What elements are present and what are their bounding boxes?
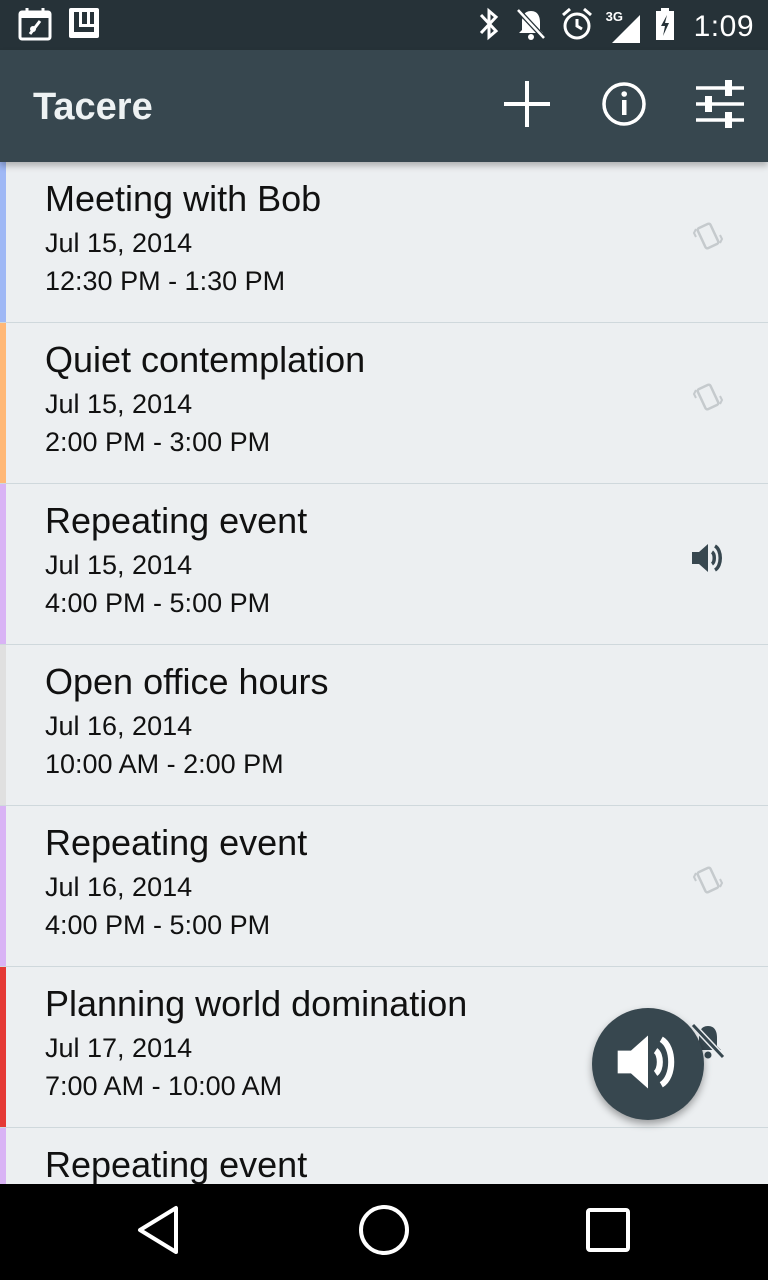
event-title: Quiet contemplation	[45, 339, 366, 380]
event-row[interactable]: Quiet contemplation Jul 15, 2014 2:00 PM…	[0, 323, 768, 484]
event-title: Meeting with Bob	[45, 178, 322, 219]
event-time: 10:00 AM - 2:00 PM	[45, 749, 284, 779]
volume-icon[interactable]	[684, 534, 732, 582]
alarm-icon	[560, 6, 594, 47]
vibrate-icon[interactable]	[684, 856, 732, 904]
settings-sliders-icon	[694, 78, 746, 135]
event-color-bar	[0, 323, 6, 483]
event-color-bar	[0, 162, 6, 322]
event-title: Repeating event	[45, 1144, 308, 1184]
event-date: Jul 16, 2014	[45, 872, 193, 902]
home-icon	[357, 1203, 411, 1262]
info-icon	[601, 81, 647, 132]
home-button[interactable]	[354, 1204, 414, 1260]
battery-charging-icon	[654, 6, 676, 47]
add-button[interactable]	[499, 78, 555, 134]
event-title: Open office hours	[45, 661, 329, 702]
event-color-bar	[0, 484, 6, 644]
event-time: 4:00 PM - 5:00 PM	[45, 588, 271, 618]
event-color-bar	[0, 645, 6, 805]
app-l-icon	[68, 7, 100, 46]
event-row[interactable]: Meeting with Bob Jul 15, 2014 12:30 PM -…	[0, 162, 768, 323]
recents-icon	[584, 1206, 632, 1259]
event-row[interactable]: Repeating event	[0, 1128, 768, 1184]
event-time: 2:00 PM - 3:00 PM	[45, 427, 271, 457]
event-color-bar	[0, 806, 6, 966]
event-time: 7:00 AM - 10:00 AM	[45, 1071, 283, 1101]
vibrate-icon[interactable]	[684, 373, 732, 421]
event-time: 12:30 PM - 1:30 PM	[45, 266, 286, 296]
event-row[interactable]: Repeating event Jul 15, 2014 4:00 PM - 5…	[0, 484, 768, 645]
ringer-fab-button[interactable]	[592, 1008, 704, 1120]
settings-button[interactable]	[692, 78, 748, 134]
event-title: Repeating event	[45, 822, 308, 863]
event-color-bar	[0, 1128, 6, 1184]
vibrate-icon[interactable]	[684, 212, 732, 260]
recents-button[interactable]	[578, 1204, 638, 1260]
event-date: Jul 15, 2014	[45, 228, 193, 258]
app-title: Tacere	[33, 86, 153, 128]
event-date: Jul 15, 2014	[45, 389, 193, 419]
event-date: Jul 17, 2014	[45, 1033, 193, 1063]
bluetooth-icon	[476, 6, 502, 47]
status-time: 1:09	[693, 9, 754, 43]
navigation-bar	[0, 1184, 768, 1280]
event-title: Repeating event	[45, 500, 308, 541]
status-bar: 3G 1:09	[0, 0, 768, 50]
calendar-mute-icon	[18, 7, 52, 46]
volume-icon	[612, 1026, 684, 1103]
notifications-off-icon	[514, 6, 548, 47]
event-date: Jul 16, 2014	[45, 711, 193, 741]
info-button[interactable]	[596, 78, 652, 134]
event-row[interactable]: Repeating event Jul 16, 2014 4:00 PM - 5…	[0, 806, 768, 967]
signal-3g-icon: 3G	[606, 9, 642, 45]
app-bar: Tacere	[0, 50, 768, 162]
event-time: 4:00 PM - 5:00 PM	[45, 910, 271, 940]
event-title: Planning world domination	[45, 983, 468, 1024]
back-button[interactable]	[128, 1204, 188, 1260]
event-color-bar	[0, 967, 6, 1127]
event-row[interactable]: Open office hours Jul 16, 2014 10:00 AM …	[0, 645, 768, 806]
add-icon	[501, 78, 553, 135]
event-date: Jul 15, 2014	[45, 550, 193, 580]
back-icon	[134, 1204, 182, 1261]
